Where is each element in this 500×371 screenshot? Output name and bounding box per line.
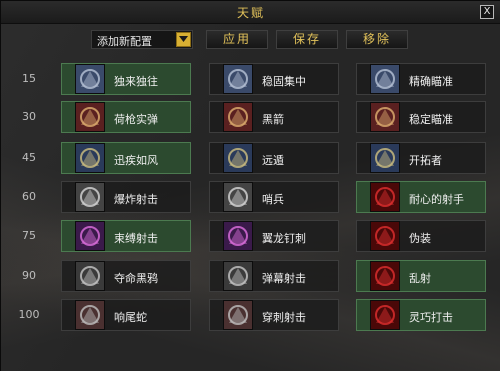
apply-button[interactable]: 应用	[206, 30, 268, 49]
talent-button[interactable]: 响尾蛇	[61, 299, 191, 331]
row-level-label: 90	[22, 269, 36, 282]
talent-button[interactable]: 稳定瞄准	[356, 101, 486, 133]
talent-button[interactable]: 爆炸射击	[61, 181, 191, 213]
rattlesnake-icon	[75, 300, 105, 330]
sentinel-icon	[223, 182, 253, 212]
talent-window: 天赋 X 添加新配置 应用 保存 移除 15 独来独往 稳固集中 精确瞄准 30 荷枪实弹…	[0, 0, 500, 371]
talent-name: 伪装	[409, 232, 431, 245]
talent-button[interactable]: 束缚射击	[61, 220, 191, 252]
talent-button[interactable]: 精确瞄准	[356, 63, 486, 95]
talent-name: 黑箭	[262, 113, 284, 126]
config-dropdown-value: 添加新配置	[97, 35, 152, 48]
talent-name: 迅疾如风	[114, 154, 158, 167]
talent-name: 耐心的射手	[409, 193, 464, 206]
black-arrow-icon	[223, 102, 253, 132]
row-level-label: 60	[22, 190, 36, 203]
talent-name: 荷枪实弹	[114, 113, 158, 126]
talent-name: 爆炸射击	[114, 193, 158, 206]
explosive-shot-icon	[75, 182, 105, 212]
window-title: 天赋	[236, 6, 265, 20]
talent-button[interactable]: 翼龙钉刺	[209, 220, 339, 252]
trick-shot-icon	[370, 300, 400, 330]
talent-button[interactable]: 穿刺射击	[209, 299, 339, 331]
steady-aim-icon	[370, 102, 400, 132]
row-level-label: 100	[18, 308, 40, 321]
talent-name: 弹幕射击	[262, 272, 306, 285]
title-bar: 天赋 X	[1, 1, 500, 24]
talent-name: 夺命黑鸦	[114, 272, 158, 285]
config-dropdown[interactable]: 添加新配置	[91, 30, 193, 49]
talent-button[interactable]: 黑箭	[209, 101, 339, 133]
loaded-gun-icon	[75, 102, 105, 132]
talent-button[interactable]: 弹幕射击	[209, 260, 339, 292]
talent-name: 翼龙钉刺	[262, 232, 306, 245]
talent-name: 稳定瞄准	[409, 113, 453, 126]
talent-name: 乱射	[409, 272, 431, 285]
talent-button[interactable]: 灵巧打击	[356, 299, 486, 331]
piercing-shot-icon	[223, 300, 253, 330]
talent-name: 开拓者	[409, 154, 442, 167]
talent-button[interactable]: 夺命黑鸦	[61, 260, 191, 292]
talent-name: 远遁	[262, 154, 284, 167]
talent-name: 束缚射击	[114, 232, 158, 245]
remove-button[interactable]: 移除	[346, 30, 408, 49]
chevron-down-icon[interactable]	[176, 32, 191, 47]
talent-button[interactable]: 远遁	[209, 142, 339, 174]
trailblazer-icon	[370, 143, 400, 173]
binding-shot-icon	[75, 221, 105, 251]
target-eye-icon	[370, 182, 400, 212]
talent-button[interactable]: 迅疾如风	[61, 142, 191, 174]
talent-button[interactable]: 荷枪实弹	[61, 101, 191, 133]
feather-icon	[223, 64, 253, 94]
talent-button[interactable]: 独来独往	[61, 63, 191, 95]
talent-name: 稳固集中	[262, 75, 306, 88]
wolf-howl-icon	[75, 64, 105, 94]
volley-icon	[370, 261, 400, 291]
talent-name: 灵巧打击	[409, 311, 453, 324]
crow-icon	[75, 261, 105, 291]
close-button[interactable]: X	[480, 5, 494, 19]
boots-icon	[75, 143, 105, 173]
barrage-icon	[223, 261, 253, 291]
talent-button[interactable]: 哨兵	[209, 181, 339, 213]
talent-name: 哨兵	[262, 193, 284, 206]
row-level-label: 15	[22, 72, 36, 85]
wyvern-sting-icon	[223, 221, 253, 251]
talent-button[interactable]: 耐心的射手	[356, 181, 486, 213]
talent-name: 响尾蛇	[114, 311, 147, 324]
talent-name: 精确瞄准	[409, 75, 453, 88]
aim-icon	[370, 64, 400, 94]
row-level-label: 30	[22, 110, 36, 123]
row-level-label: 45	[22, 151, 36, 164]
row-level-label: 75	[22, 229, 36, 242]
talent-button[interactable]: 乱射	[356, 260, 486, 292]
talent-button[interactable]: 伪装	[356, 220, 486, 252]
talent-name: 穿刺射击	[262, 311, 306, 324]
talent-name: 独来独往	[114, 75, 158, 88]
cloak-icon	[223, 143, 253, 173]
save-button[interactable]: 保存	[276, 30, 338, 49]
talent-button[interactable]: 稳固集中	[209, 63, 339, 95]
camouflage-icon	[370, 221, 400, 251]
talent-button[interactable]: 开拓者	[356, 142, 486, 174]
